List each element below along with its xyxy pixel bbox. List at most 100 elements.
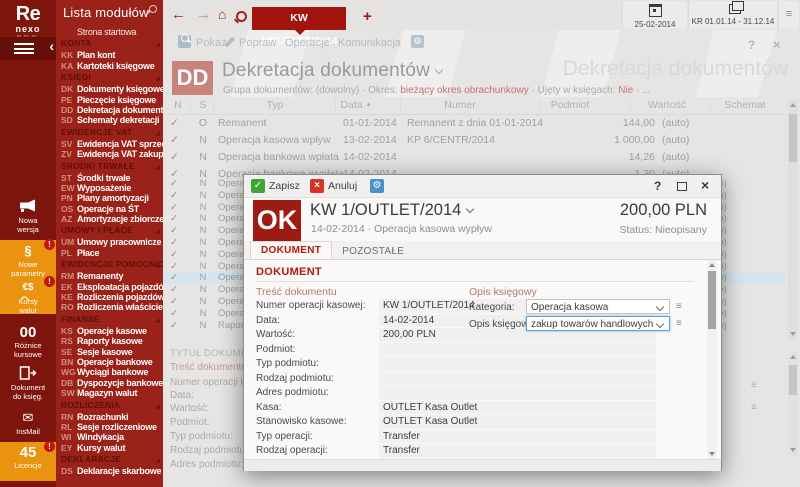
sidebar-item[interactable]: EWWyposażenie xyxy=(56,182,163,192)
sidebar-item[interactable]: AZAmortyzacje zbiorcze xyxy=(56,213,163,223)
sidebar-section-header[interactable]: ROZLICZENIA ◢ xyxy=(56,400,163,411)
sidebar-item[interactable]: RORozliczenia właścicielskie xyxy=(56,301,163,311)
field-options-button[interactable]: ≡ xyxy=(751,380,757,391)
view-filter-summary[interactable]: Grupa dokumentów: (dowolny) · Okres: bie… xyxy=(223,85,650,96)
sidebar-item[interactable]: ZVEwidencja VAT zakupu xyxy=(56,148,163,158)
sidebar-item[interactable]: STŚrodki trwałe xyxy=(56,172,163,182)
dialog-title[interactable]: KW 1/OUTLET/2014 xyxy=(310,201,473,220)
dropdown-field[interactable]: Operacja kasowa xyxy=(526,299,670,314)
search-button[interactable] xyxy=(236,9,247,26)
sidebar-item[interactable]: EYKursy walut xyxy=(56,442,163,452)
sidebar-section-header[interactable]: KONTA ◢ xyxy=(56,38,163,49)
column-header-numer[interactable]: Numer xyxy=(444,99,476,111)
column-header-n[interactable]: N xyxy=(174,99,182,111)
sidebar-item[interactable]: RMRemanenty xyxy=(56,270,163,280)
field-value[interactable] xyxy=(379,357,656,371)
home-button[interactable]: ⌂ xyxy=(218,6,226,22)
table-scrollbar[interactable] xyxy=(788,100,798,340)
field-value[interactable] xyxy=(379,386,656,400)
sidebar-item[interactable]: RSRaporty kasowe xyxy=(56,335,163,345)
back-button[interactable]: ← xyxy=(171,6,186,23)
sidebar-item[interactable]: DBDyspozycje bankowe xyxy=(56,377,163,387)
dialog-tab[interactable]: POZOSTAŁE xyxy=(332,243,414,259)
pin-icon[interactable] xyxy=(147,3,158,14)
communication-menu[interactable]: Komunikacja xyxy=(338,37,401,49)
sidebar-item[interactable]: BNOperacje bankowe xyxy=(56,356,163,366)
sidebar-item[interactable]: SVEwidencja VAT sprzedaży xyxy=(56,138,163,148)
dialog-scrollbar[interactable] xyxy=(707,260,717,459)
sidebar-section-header[interactable]: EWIDENCJE VAT ◢ xyxy=(56,127,163,138)
field-value[interactable] xyxy=(379,372,656,386)
sidebar-item[interactable]: DKDokumenty księgowe xyxy=(56,83,163,93)
sidebar-item[interactable]: RLSesje rozliczeniowe xyxy=(56,421,163,431)
settings-gear-icon[interactable]: ⚙ xyxy=(370,179,384,193)
column-header-typ[interactable]: Typ xyxy=(267,99,284,111)
sidebar-item-strona-startowa[interactable]: Strona startowa xyxy=(56,26,163,36)
strip-item-licencje[interactable]: ! 45 Licencje xyxy=(0,442,56,481)
field-value[interactable]: OUTLET Kasa Outlet xyxy=(379,401,656,415)
field-value[interactable] xyxy=(379,343,656,357)
sidebar-section-header[interactable]: EWIDENCJE POMOCNICZE ◢ xyxy=(56,259,163,270)
column-header-podmiot[interactable]: Podmiot xyxy=(551,99,590,111)
strip-item-roznice-kursowe[interactable]: 00 Różnice kursowe xyxy=(0,322,56,362)
operations-menu[interactable]: Operacje xyxy=(285,37,330,49)
save-button[interactable]: Zapisz xyxy=(269,180,300,192)
dialog-maximize-button[interactable] xyxy=(677,182,687,191)
detail-tab-tytul[interactable]: TYTUŁ xyxy=(170,348,202,359)
sidebar-section-header[interactable]: KSIĘGI ◢ xyxy=(56,72,163,83)
sidebar-section-header[interactable]: DEKLARACJE ◢ xyxy=(56,454,163,465)
sidebar-section-header[interactable]: ŚRODKI TRWAŁE ◢ xyxy=(56,161,163,172)
sidebar-item[interactable]: EKEksploatacja pojazdów xyxy=(56,281,163,291)
field-value[interactable]: Transfer xyxy=(379,444,656,458)
sidebar-item[interactable]: PEPieczęcie księgowe xyxy=(56,94,163,104)
column-header-wartosc[interactable]: Wartość xyxy=(648,99,686,111)
strip-item-kursy-walut[interactable]: ! €$ Kursy walut xyxy=(0,277,56,314)
module-menu-button[interactable]: ‹ xyxy=(0,37,56,60)
close-view-button[interactable]: × xyxy=(773,37,781,52)
field-value[interactable]: Transfer xyxy=(379,430,656,444)
sidebar-item[interactable]: PNPlany amortyzacji xyxy=(56,192,163,202)
sidebar-item[interactable]: KAKartoteki księgowe xyxy=(56,60,163,70)
sidebar-section-header[interactable]: FINANSE ◢ xyxy=(56,314,163,325)
field-options-button[interactable]: ≡ xyxy=(751,402,757,413)
sidebar-item[interactable]: DSDeklaracje skarbowe xyxy=(56,465,163,475)
sidebar-item[interactable]: OSOperacje na ŚT xyxy=(56,203,163,213)
table-row[interactable]: ✓ N Operacja bankowa wpłata 14-02-2014 1… xyxy=(163,149,785,166)
sidebar-item[interactable]: WGWyciągi bankowe xyxy=(56,366,163,376)
field-options-button[interactable]: ≡ xyxy=(676,318,682,329)
sidebar-section-header[interactable]: UMOWY I PŁACE ◢ xyxy=(56,225,163,236)
forward-button[interactable]: → xyxy=(196,6,211,23)
strip-item-insmail[interactable]: ✉ InsMail xyxy=(0,407,56,441)
sidebar-item[interactable]: PLPłace xyxy=(56,247,163,257)
strip-item-dokument-do-ksieg[interactable]: Dokument do księg. xyxy=(0,363,56,403)
sidebar-item[interactable]: SWMagazyn walut xyxy=(56,387,163,397)
sidebar-item[interactable]: SDSchematy dekretacji xyxy=(56,114,163,124)
dialog-tab[interactable]: DOKUMENT xyxy=(250,241,332,259)
dialog-close-button[interactable]: × xyxy=(701,177,709,193)
sidebar-item[interactable]: WIWindykacja xyxy=(56,431,163,441)
column-header-schemat[interactable]: Schemat xyxy=(724,99,765,111)
settings-gear-icon[interactable]: ⚙ xyxy=(411,35,424,48)
dialog-help-button[interactable]: ? xyxy=(654,179,661,193)
table-row[interactable]: ✓ N Operacja kasowa wpływ 13-02-2014 KP … xyxy=(163,132,785,149)
current-date-button[interactable]: 25-02-2014 xyxy=(622,1,687,29)
new-tab-button[interactable]: + xyxy=(363,8,372,25)
help-button[interactable]: ? xyxy=(748,38,755,52)
detail-scrollbar[interactable] xyxy=(788,352,798,456)
column-header-data[interactable]: Data ▲ xyxy=(340,99,371,111)
show-button[interactable]: Pokaż xyxy=(196,37,227,49)
field-options-button[interactable]: ≡ xyxy=(676,301,682,312)
topbar-menu-button[interactable]: ≡ xyxy=(778,1,799,29)
field-value[interactable]: OUTLET Kasa Outlet xyxy=(379,415,656,429)
sidebar-item[interactable]: KSOperacje kasowe xyxy=(56,325,163,335)
sidebar-item[interactable]: DDDekretacja dokumentów xyxy=(56,104,163,114)
sidebar-item[interactable]: KERozliczenia pojazdów xyxy=(56,291,163,301)
document-tab[interactable]: KW 1/OUTLET/2014 xyxy=(252,7,346,30)
sidebar-item[interactable]: UMUmowy pracownicze xyxy=(56,236,163,246)
column-header-s[interactable]: S xyxy=(199,99,206,111)
edit-button[interactable]: Popraw xyxy=(239,37,276,49)
sidebar-item[interactable]: KKPlan kont xyxy=(56,49,163,59)
accounting-period-button[interactable]: KR 01.01.14 - 31.12.14 xyxy=(688,1,777,29)
sidebar-item[interactable]: SESesje kasowe xyxy=(56,346,163,356)
cancel-button[interactable]: Anuluj xyxy=(328,180,357,192)
